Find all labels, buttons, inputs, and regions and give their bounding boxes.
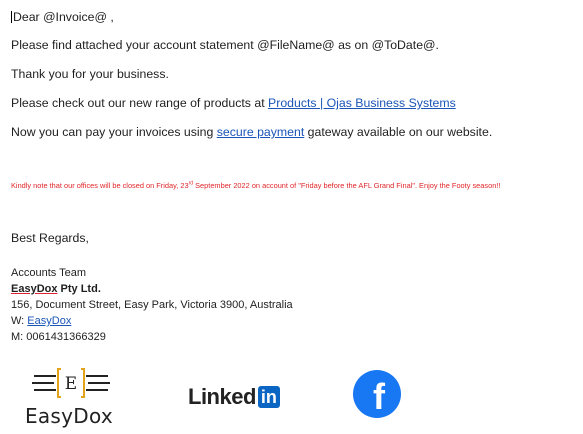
regards-line: Best Regards, — [11, 231, 89, 245]
pay-prefix: Now you can pay your invoices using — [11, 125, 217, 139]
notice-text-1: Kindly note that our offices will be clo… — [11, 181, 189, 190]
company-suffix: Pty Ltd. — [57, 283, 101, 295]
signature-company: EasyDox Pty Ltd. — [11, 282, 101, 296]
company-brand: EasyDox — [11, 283, 58, 295]
thanks-line: Thank you for your business. — [11, 67, 169, 81]
signature-address: 156, Document Street, Easy Park, Victori… — [11, 299, 293, 311]
easydox-mark-icon: E — [32, 368, 110, 398]
greeting: Dear @Invoice@ , — [11, 9, 114, 25]
signature-team: Accounts Team — [11, 267, 87, 279]
notice-text-2: September 2022 on account of "Friday bef… — [193, 181, 501, 190]
pay-suffix: gateway available on our website. — [304, 125, 493, 139]
linkedin-in-icon: in — [257, 386, 280, 408]
greeting-text: Dear @Invoice@ , — [13, 10, 114, 24]
easydox-web-link[interactable]: EasyDox — [27, 315, 71, 327]
facebook-glyph: f — [373, 376, 386, 417]
easydox-logo[interactable]: E EasyDox — [18, 368, 120, 430]
payment-line: Now you can pay your invoices using secu… — [11, 124, 492, 140]
facebook-icon[interactable]: f — [353, 370, 401, 418]
secure-payment-link[interactable]: secure payment — [217, 125, 305, 139]
products-prefix: Please check out our new range of produc… — [11, 96, 269, 110]
products-line: Please check out our new range of produc… — [11, 95, 456, 111]
easydox-wordmark: EasyDox — [24, 404, 114, 428]
linkedin-wordmark: Linked — [188, 384, 256, 409]
easydox-letter: E — [65, 374, 77, 394]
signature-mobile: M: 0061431366329 — [11, 331, 106, 343]
signature-web: W: EasyDox — [11, 314, 71, 328]
web-label: W: — [11, 315, 28, 327]
attached-line: Please find attached your account statem… — [11, 38, 439, 52]
office-closure-notice: Kindly note that our offices will be clo… — [11, 180, 576, 191]
products-link[interactable]: Products | Ojas Business Systems — [268, 96, 456, 110]
text-cursor — [11, 11, 12, 23]
linkedin-logo[interactable]: Linked in — [188, 383, 280, 411]
